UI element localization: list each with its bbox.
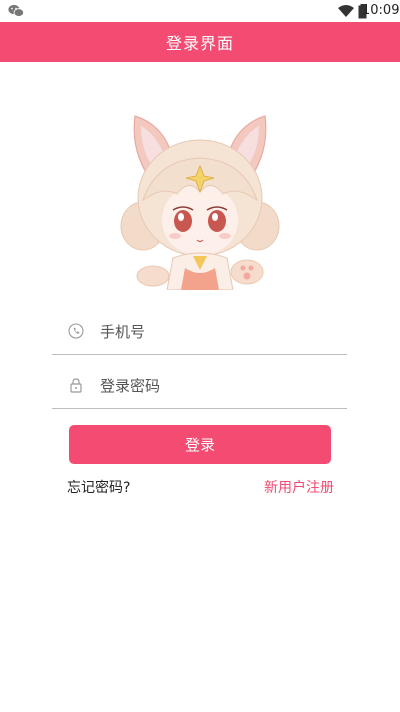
status-time: 10:09: [362, 3, 400, 18]
status-bar: 10:09: [0, 0, 400, 22]
phone-input[interactable]: [100, 316, 340, 348]
password-field: [52, 364, 347, 409]
cat-girl-avatar: [120, 115, 280, 290]
forgot-password-link[interactable]: 忘记密码?: [67, 477, 130, 497]
phone-icon: [68, 323, 84, 339]
login-screen: 10:09 登录界面 手机号 登录 忘记密码? 新用户注册: [0, 0, 400, 712]
page-title: 登录界面: [165, 34, 234, 53]
wechat-icon: [8, 4, 24, 17]
lock-icon: [70, 378, 82, 393]
login-button[interactable]: 登录: [69, 425, 331, 464]
phone-field: [52, 310, 347, 355]
password-input[interactable]: [100, 370, 340, 402]
app-bar: 登录界面: [0, 22, 400, 62]
wifi-icon: [338, 5, 354, 17]
register-link[interactable]: 新用户注册: [264, 477, 334, 497]
